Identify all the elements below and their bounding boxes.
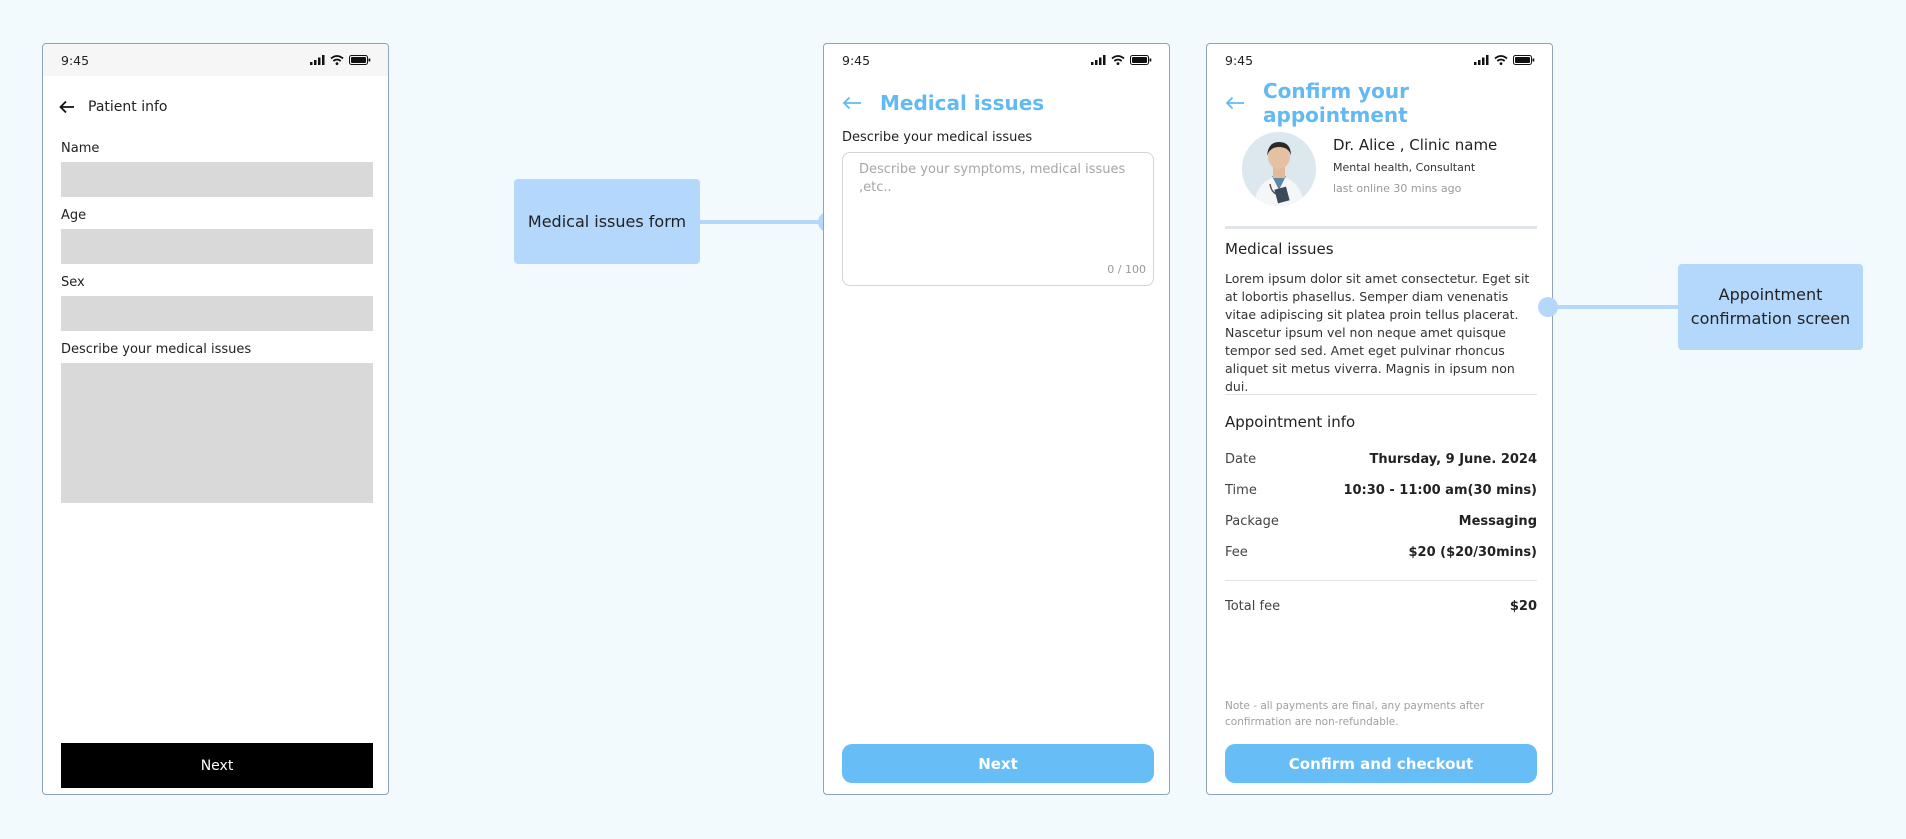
status-bar: 9:45 <box>1207 44 1552 76</box>
signal-icon <box>310 55 325 65</box>
info-row-fee: Fee $20 ($20/30mins) <box>1225 545 1537 560</box>
info-value: Thursday, 9 June. 2024 <box>1369 452 1537 467</box>
name-field[interactable] <box>61 162 373 197</box>
doctor-name: Dr. Alice , Clinic name <box>1333 136 1498 154</box>
issues-field[interactable] <box>61 363 373 503</box>
next-button[interactable]: Next <box>842 744 1154 783</box>
next-button[interactable]: Next <box>61 743 373 788</box>
signal-icon <box>1091 55 1106 65</box>
page-title: Confirm your appointment <box>1263 79 1410 127</box>
issues-textarea[interactable]: Describe your symptoms, medical issues ,… <box>842 152 1154 286</box>
appointment-confirmation-callout: Appointment confirmation screen <box>1678 264 1863 350</box>
status-time: 9:45 <box>61 52 90 68</box>
info-label: Time <box>1225 483 1257 498</box>
sex-field[interactable] <box>61 296 373 331</box>
name-label: Name <box>61 141 100 156</box>
info-row-time: Time 10:30 - 11:00 am(30 mins) <box>1225 483 1537 498</box>
confirm-checkout-button[interactable]: Confirm and checkout <box>1225 744 1537 783</box>
battery-icon <box>349 55 371 65</box>
doctor-avatar <box>1242 132 1316 206</box>
status-icons <box>1474 55 1535 65</box>
info-label: Fee <box>1225 545 1248 560</box>
wifi-icon <box>1494 55 1508 65</box>
age-field[interactable] <box>61 229 373 264</box>
signal-icon <box>1474 55 1489 65</box>
page-title: Medical issues <box>880 91 1045 115</box>
medical-issues-screen: 9:45 Medical issues Describe your medica… <box>823 43 1170 795</box>
total-fee-value: $20 <box>1509 599 1537 614</box>
medical-issues-text: Lorem ipsum dolor sit amet consectetur. … <box>1225 271 1530 394</box>
issues-placeholder: Describe your symptoms, medical issues ,… <box>859 162 1126 195</box>
wifi-icon <box>1111 55 1125 65</box>
payment-note: Note - all payments are final, any payme… <box>1225 700 1485 728</box>
info-row-total: Total fee $20 <box>1225 599 1537 614</box>
battery-icon <box>1513 55 1535 65</box>
medical-issues-heading: Medical issues <box>1225 240 1334 258</box>
info-value: Messaging <box>1458 514 1537 529</box>
total-fee-label: Total fee <box>1225 599 1281 614</box>
back-arrow-icon[interactable] <box>59 100 75 114</box>
divider <box>1225 226 1537 229</box>
sex-label: Sex <box>61 275 85 290</box>
wifi-icon <box>330 55 344 65</box>
patient-info-screen: 9:45 Patient info Name Age Sex Describe … <box>42 43 389 795</box>
status-time: 9:45 <box>1225 52 1254 68</box>
appointment-info-heading: Appointment info <box>1225 413 1356 431</box>
callout-connector-line <box>1550 305 1680 309</box>
screen-header: Medical issues <box>824 82 1169 124</box>
status-icons <box>1091 55 1152 65</box>
age-label: Age <box>61 208 87 223</box>
back-arrow-icon[interactable] <box>842 96 862 110</box>
back-arrow-icon[interactable] <box>1225 96 1245 110</box>
info-row-date: Date Thursday, 9 June. 2024 <box>1225 452 1537 467</box>
info-value: $20 ($20/30mins) <box>1408 545 1537 560</box>
battery-icon <box>1130 55 1152 65</box>
divider <box>1225 394 1537 395</box>
character-counter: 0 / 100 <box>1107 263 1146 276</box>
status-icons <box>310 55 371 65</box>
info-label: Date <box>1225 452 1257 467</box>
status-time: 9:45 <box>842 52 871 68</box>
info-row-package: Package Messaging <box>1225 514 1537 529</box>
confirm-appointment-screen: 9:45 Confirm your appointment Dr. Alice … <box>1206 43 1553 795</box>
screen-header: Confirm your appointment <box>1207 79 1552 127</box>
status-bar: 9:45 <box>824 44 1169 76</box>
status-bar: 9:45 <box>43 44 388 76</box>
info-value: 10:30 - 11:00 am(30 mins) <box>1343 483 1537 498</box>
issues-label: Describe your medical issues <box>842 130 1033 145</box>
medical-issues-form-callout: Medical issues form <box>514 179 700 264</box>
doctor-last-online: last online 30 mins ago <box>1333 182 1462 195</box>
issues-label: Describe your medical issues <box>61 342 252 357</box>
doctor-specialty: Mental health, Consultant <box>1333 161 1476 174</box>
divider <box>1225 580 1537 581</box>
screen-header: Patient info <box>43 89 388 125</box>
page-title: Patient info <box>88 99 168 115</box>
info-label: Package <box>1225 514 1279 529</box>
callout-connector-line <box>700 220 824 224</box>
